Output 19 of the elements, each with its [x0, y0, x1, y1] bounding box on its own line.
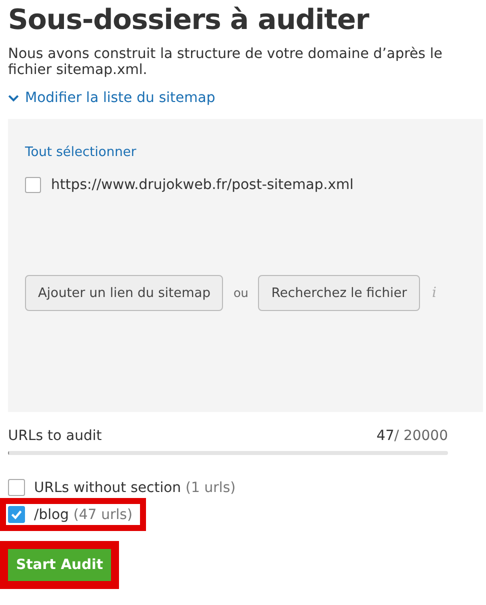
- sitemap-toggle-link[interactable]: Modifier la liste du sitemap: [8, 90, 216, 106]
- select-all-link[interactable]: Tout sélectionner: [25, 145, 136, 160]
- section-label: /blog (47 urls): [34, 506, 132, 522]
- separator-text: ou: [233, 286, 248, 300]
- description: Nous avons construit la structure de votre domaine d’après le fichier sitemap.xml.: [8, 46, 444, 78]
- start-audit-button[interactable]: Start Audit: [8, 549, 112, 581]
- checkbox[interactable]: [8, 479, 25, 496]
- checkbox[interactable]: [8, 506, 25, 523]
- chevron-icon: [8, 94, 19, 102]
- browse-file-button[interactable]: Recherchez le fichier: [258, 275, 420, 311]
- checkbox[interactable]: [25, 177, 41, 193]
- page-title: Sous-dossiers à auditer: [8, 2, 370, 38]
- check-icon: [10, 508, 23, 521]
- section-label: URLs without section (1 urls): [34, 480, 236, 496]
- add-link-button[interactable]: Ajouter un lien du sitemap: [25, 275, 224, 311]
- url-limit: / 20000: [394, 428, 448, 444]
- url-count: 47: [376, 428, 394, 444]
- sitemap-url: https://www.drujokweb.fr/post-sitemap.xml: [51, 177, 354, 193]
- urls-label: URLs to audit: [8, 428, 102, 444]
